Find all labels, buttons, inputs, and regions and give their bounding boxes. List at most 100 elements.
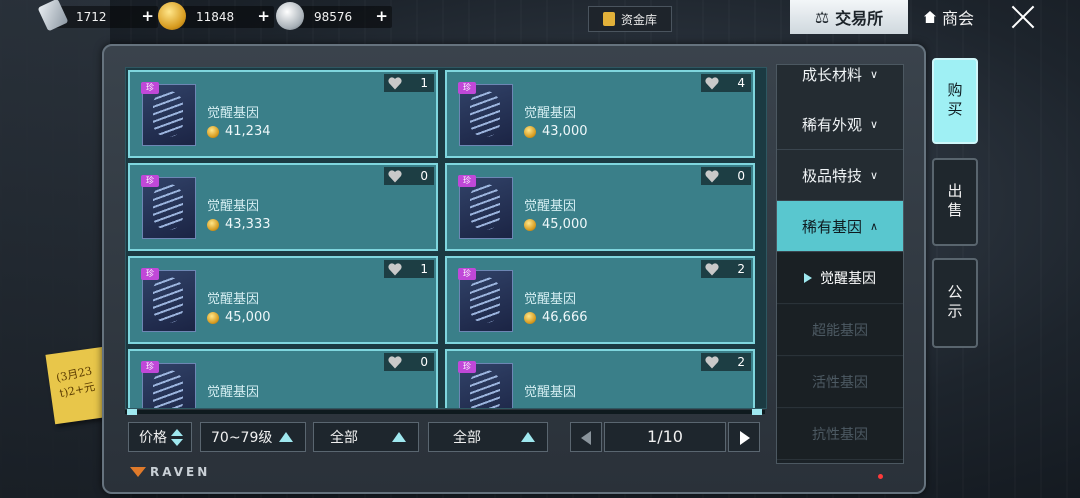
listing-card[interactable]: 珍 觉醒基因 41,234 1: [128, 70, 438, 158]
prev-page-button[interactable]: [570, 422, 602, 452]
item-name: 觉醒基因: [524, 292, 577, 307]
exchange-icon: ⚖: [814, 7, 830, 27]
tab-announce[interactable]: 公示: [932, 258, 978, 348]
category-growth-materials[interactable]: 成长材料 ∨: [777, 65, 903, 100]
like-counter[interactable]: 0: [701, 167, 751, 185]
quality-filter-dropdown[interactable]: 全部: [428, 422, 548, 452]
add-currency-button[interactable]: +: [375, 7, 388, 25]
listing-card[interactable]: 珍 觉醒基因 0: [128, 349, 438, 408]
dropdown-arrow-icon: [279, 432, 293, 442]
dropdown-arrow-icon: [392, 432, 406, 442]
tab-shop[interactable]: 商会: [918, 0, 980, 34]
item-price: 41,234: [207, 124, 271, 139]
sort-label: 价格: [139, 430, 167, 446]
item-price: 43,333: [207, 217, 271, 232]
scroll-marker-right: [752, 409, 762, 415]
selected-arrow-icon: [804, 273, 812, 283]
subcategory-label: 觉醒基因: [820, 271, 876, 287]
heart-icon: [388, 263, 402, 276]
listing-card[interactable]: 珍 觉醒基因 2: [445, 349, 755, 408]
heart-icon: [388, 170, 402, 183]
like-counter[interactable]: 1: [384, 74, 434, 92]
currency-crystal: 1712 +: [37, 0, 158, 32]
like-count: 1: [420, 76, 428, 90]
silver-coin-icon: [276, 2, 304, 30]
price-value: 43,333: [225, 217, 271, 232]
dna-icon: [153, 370, 183, 408]
rare-badge: 珍: [458, 361, 476, 373]
item-name: 觉醒基因: [524, 385, 577, 400]
item-name: 觉醒基因: [524, 199, 577, 214]
fund-vault-button[interactable]: 资金库: [588, 6, 672, 32]
heart-icon: [705, 77, 719, 90]
dropdown-arrow-icon: [521, 432, 535, 442]
scroll-marker-left: [127, 409, 137, 415]
subcategory-label: 抗性基因: [812, 427, 868, 443]
vault-icon: [602, 12, 615, 26]
chevron-up-icon: ∧: [869, 219, 879, 233]
type-filter-dropdown[interactable]: 全部: [313, 422, 419, 452]
gold-coin-icon: [524, 218, 536, 231]
like-counter[interactable]: 1: [384, 260, 434, 278]
heart-icon: [388, 77, 402, 90]
sort-arrows-icon: [171, 429, 183, 447]
raven-logo: RAVEN: [130, 465, 210, 479]
gene-item-thumb: 珍: [141, 268, 196, 332]
like-counter[interactable]: 4: [701, 74, 751, 92]
rare-badge: 珍: [458, 82, 476, 94]
listing-card[interactable]: 珍 觉醒基因 45,000 0: [445, 163, 755, 251]
tab-sell[interactable]: 出售: [932, 158, 978, 246]
item-price: 45,000: [207, 310, 271, 325]
subcategory-super-gene[interactable]: 超能基因: [777, 305, 903, 356]
close-icon[interactable]: [1010, 4, 1036, 30]
sort-price-button[interactable]: 价格: [128, 422, 192, 452]
like-counter[interactable]: 2: [701, 353, 751, 371]
like-counter[interactable]: 2: [701, 260, 751, 278]
level-filter-dropdown[interactable]: 70~79级: [200, 422, 306, 452]
item-name: 觉醒基因: [207, 385, 260, 400]
category-label: 稀有基因: [801, 217, 862, 236]
category-sidebar: 成长材料 ∨ 稀有外观 ∨ 极品特技 ∨ 稀有基因 ∧ 觉醒基因 超能基因 活性…: [776, 64, 904, 464]
page-indicator: 1/10: [604, 422, 726, 452]
listing-card[interactable]: 珍 觉醒基因 45,000 1: [128, 256, 438, 344]
currency-silver: 98576 +: [276, 2, 392, 30]
currency-gold: 11848 +: [158, 2, 274, 30]
gene-item-thumb: 珍: [458, 361, 513, 408]
item-name: 觉醒基因: [524, 106, 577, 121]
category-label: 稀有外观: [801, 115, 862, 134]
listing-card[interactable]: 珍 觉醒基因 46,666 2: [445, 256, 755, 344]
tab-buy[interactable]: 购买: [932, 58, 978, 144]
rare-badge: 珍: [141, 82, 159, 94]
like-count: 2: [737, 262, 745, 276]
next-page-button[interactable]: [728, 422, 760, 452]
add-currency-button[interactable]: +: [257, 7, 270, 25]
gold-coin-icon: [158, 2, 186, 30]
dna-icon: [153, 184, 183, 230]
dna-icon: [470, 370, 500, 408]
like-counter[interactable]: 0: [384, 353, 434, 371]
rare-badge: 珍: [141, 361, 159, 373]
tab-exchange[interactable]: ⚖ 交易所: [790, 0, 908, 34]
subcategory-label: 超能基因: [812, 323, 868, 339]
subcategory-awakening-gene[interactable]: 觉醒基因: [777, 253, 903, 304]
heart-icon: [388, 356, 402, 369]
heart-icon: [705, 263, 719, 276]
like-counter[interactable]: 0: [384, 167, 434, 185]
gold-coin-icon: [207, 311, 219, 324]
price-value: 43,000: [542, 124, 588, 139]
subcategory-active-gene[interactable]: 活性基因: [777, 357, 903, 408]
listing-card[interactable]: 珍 觉醒基因 43,333 0: [128, 163, 438, 251]
price-value: 41,234: [225, 124, 271, 139]
category-premium-skills[interactable]: 极品特技 ∨: [777, 150, 903, 201]
logo-text: RAVEN: [150, 465, 211, 479]
scroll-track[interactable]: [125, 410, 765, 414]
category-rare-genes[interactable]: 稀有基因 ∧: [777, 201, 903, 252]
add-currency-button[interactable]: +: [141, 7, 154, 25]
listing-card[interactable]: 珍 觉醒基因 43,000 4: [445, 70, 755, 158]
quality-filter-label: 全部: [453, 430, 481, 446]
rare-badge: 珍: [141, 175, 159, 187]
logo-mark-icon: [130, 467, 146, 477]
subcategory-resist-gene[interactable]: 抗性基因: [777, 409, 903, 460]
category-rare-appearance[interactable]: 稀有外观 ∨: [777, 99, 903, 150]
chevron-down-icon: ∨: [869, 117, 879, 131]
